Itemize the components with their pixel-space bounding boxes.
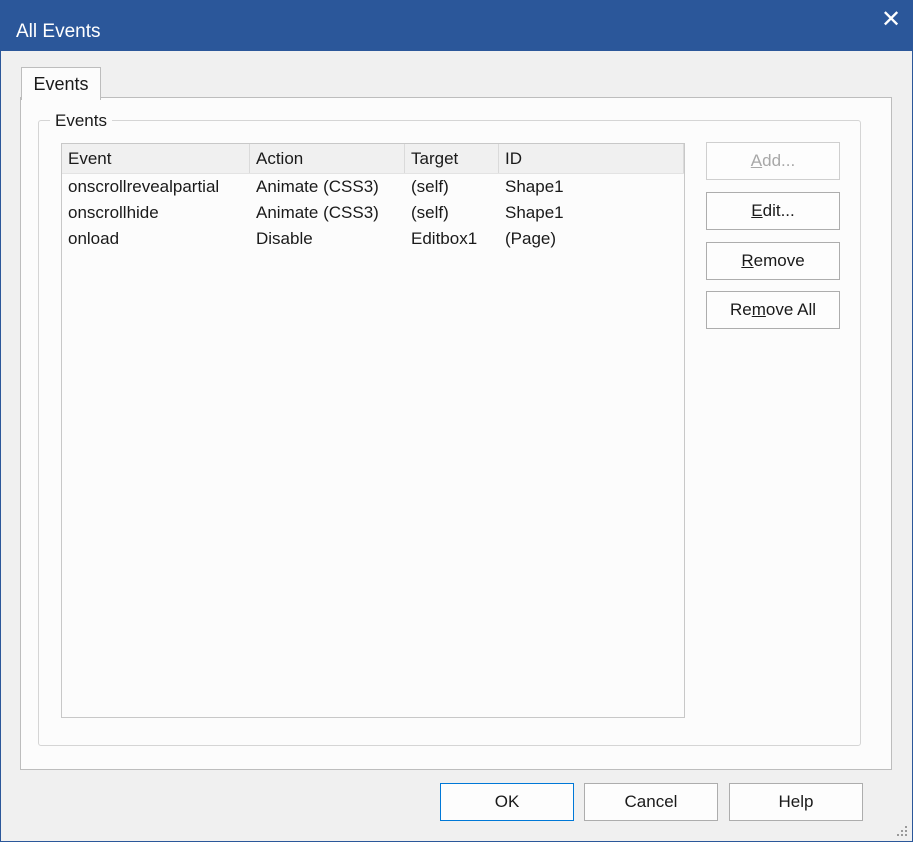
cancel-button[interactable]: Cancel [584,783,718,821]
column-header-event[interactable]: Event [62,144,250,173]
tab-label: Events [33,73,89,94]
button-label: OK [494,792,520,811]
access-key: E [751,201,763,220]
cell-target: (self) [411,177,449,196]
button-label: Cancel [624,792,678,811]
button-label: Help [778,792,814,811]
cell-id: (Page) [505,229,557,248]
cell-event: onscrollhide [68,203,159,222]
button-label: Remove [741,251,804,271]
window-title: All Events [16,21,101,42]
cell-id: Shape1 [505,203,564,222]
edit-button[interactable]: Edit... [706,192,840,230]
access-key: R [741,251,754,270]
events-list[interactable]: Event Action Target ID onscrollrevealpar… [61,143,685,718]
help-button[interactable]: Help [729,783,863,821]
label-part: dit... [762,201,795,220]
cell-id: Shape1 [505,177,564,196]
label-part: Re [730,300,752,319]
tab-events[interactable]: Events [21,67,101,100]
resize-grip-icon[interactable] [895,824,909,838]
cell-action: Animate (CSS3) [256,177,379,196]
list-header: Event Action Target ID [62,144,684,174]
cell-target: Editbox1 [411,229,478,248]
button-label: Add... [751,151,795,171]
add-button[interactable]: Add... [706,142,840,180]
column-header-id[interactable]: ID [499,144,684,173]
label-part: ove All [765,300,816,319]
cell-event: onscrollrevealpartial [68,177,220,196]
column-header-action[interactable]: Action [250,144,405,173]
close-icon[interactable]: ✕ [877,6,905,34]
column-header-target[interactable]: Target [405,144,499,173]
remove-button[interactable]: Remove [706,242,840,280]
table-row[interactable]: onscrollhide Animate (CSS3) (self) Shape… [62,200,684,226]
cell-target: (self) [411,203,449,222]
label-part: dd... [762,151,796,170]
remove-all-button[interactable]: Remove All [706,291,840,329]
table-row[interactable]: onscrollrevealpartial Animate (CSS3) (se… [62,174,684,200]
table-row[interactable]: onload Disable Editbox1 (Page) [62,226,684,252]
groupbox-label: Events [50,111,112,131]
ok-button[interactable]: OK [440,783,574,821]
access-key: m [751,300,766,319]
cell-action: Disable [256,229,313,248]
cell-action: Animate (CSS3) [256,203,379,222]
access-key: A [750,151,763,170]
window-border [0,51,1,842]
title-bar: All Events ✕ [0,0,913,51]
cell-event: onload [68,229,120,248]
button-label: Edit... [751,201,794,221]
label-part: emove [753,251,805,270]
button-label: Remove All [730,300,816,320]
